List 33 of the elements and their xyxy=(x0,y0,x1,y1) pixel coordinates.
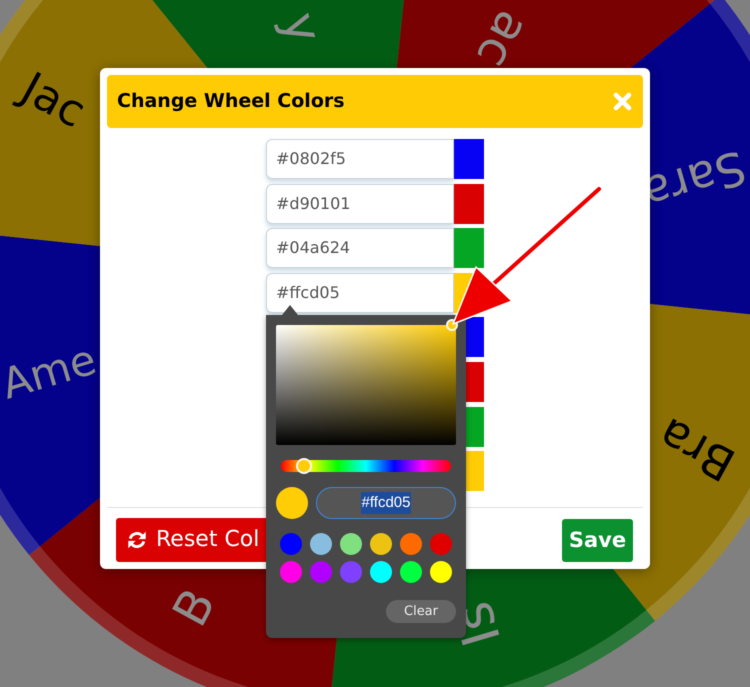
color-swatch-icon[interactable] xyxy=(310,560,332,583)
hex-input-field[interactable]: #ffcd05 xyxy=(316,486,456,519)
color-area[interactable] xyxy=(276,324,456,445)
color-swatch-icon[interactable] xyxy=(370,532,392,555)
color-swatch-icon[interactable] xyxy=(280,560,302,583)
wheel-label: y xyxy=(270,6,333,50)
clear-button[interactable]: Clear xyxy=(386,600,456,623)
color-swatch-icon[interactable] xyxy=(454,228,484,268)
save-button[interactable]: Save xyxy=(562,518,633,562)
reset-button[interactable]: Reset Col xyxy=(116,518,266,562)
color-input[interactable]: #0802f5 xyxy=(266,139,454,179)
wheel-label: B xyxy=(162,580,227,636)
color-swatch-icon[interactable] xyxy=(280,532,302,555)
color-input[interactable]: #d90101 xyxy=(266,184,454,224)
color-swatch-icon[interactable] xyxy=(310,532,332,555)
color-swatch-icon[interactable] xyxy=(400,532,422,555)
color-swatch-icon[interactable] xyxy=(430,532,452,555)
color-input[interactable]: #ffcd05 xyxy=(266,272,454,313)
wheel-label: ac xyxy=(465,2,541,78)
color-swatch-icon[interactable] xyxy=(454,184,484,224)
color-swatch-icon[interactable] xyxy=(340,532,362,555)
color-swatch-icon[interactable] xyxy=(454,139,484,179)
hue-slider-thumb[interactable] xyxy=(296,458,312,474)
wheel-label: Jac xyxy=(13,62,94,138)
color-swatch-icon[interactable] xyxy=(400,560,422,583)
hue-slider[interactable] xyxy=(281,458,451,474)
color-swatch-icon[interactable] xyxy=(340,560,362,583)
dialog-title: Change Wheel Colors xyxy=(117,92,345,111)
color-swatch-icon[interactable] xyxy=(370,560,392,583)
color-input[interactable]: #04a624 xyxy=(266,228,454,268)
wheel-label: Bra xyxy=(648,406,744,492)
color-swatch-icon[interactable] xyxy=(430,560,452,583)
wheel-label: Ame xyxy=(0,334,102,409)
